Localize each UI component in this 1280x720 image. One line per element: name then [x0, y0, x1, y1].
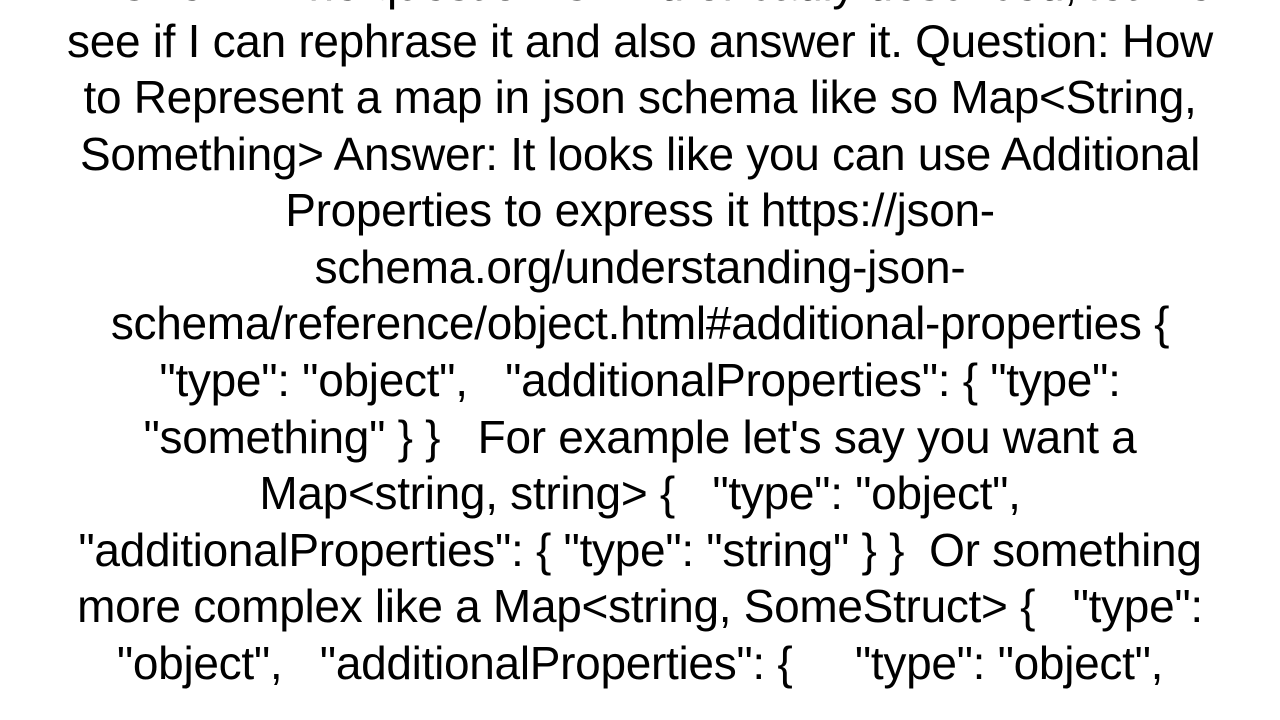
document-viewport: Answer 2: The question is kind of badly …	[0, 0, 1280, 720]
document-body-text: Answer 2: The question is kind of badly …	[0, 0, 1280, 692]
